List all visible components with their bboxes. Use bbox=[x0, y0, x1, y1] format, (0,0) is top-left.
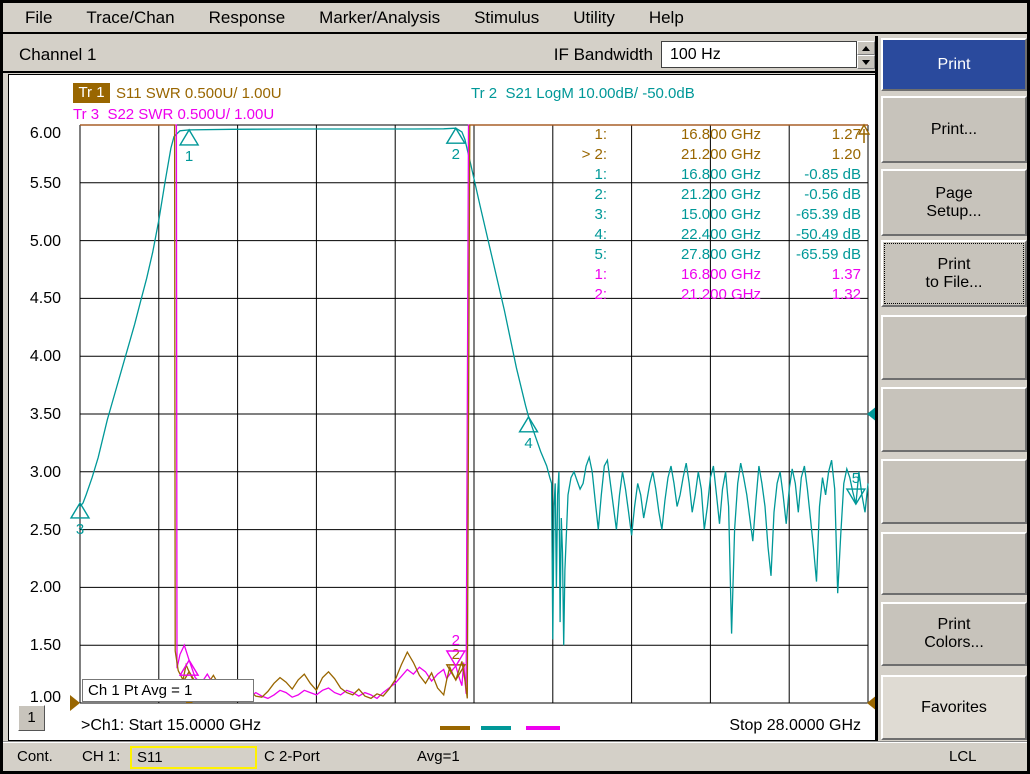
trace2-legend[interactable]: Tr 2 S21 LogM 10.00dB/ -50.0dB bbox=[471, 85, 695, 102]
stop-frequency-label: Stop 28.0000 GHz bbox=[603, 717, 861, 735]
marker-value: -0.56 dB bbox=[804, 186, 861, 203]
softkey-blank-6 bbox=[881, 459, 1027, 524]
if-bandwidth-label: IF Bandwidth bbox=[473, 45, 653, 65]
marker-number: 1: bbox=[594, 166, 607, 183]
start-frequency-label: >Ch1: Start 15.0000 GHz bbox=[81, 717, 261, 735]
softkey-blank-5 bbox=[881, 387, 1027, 452]
spinner-up-icon bbox=[862, 46, 870, 51]
marker-row: 1: 16.800 GHz 1.27 bbox=[563, 126, 863, 146]
y-tick-label: 6.00 bbox=[15, 125, 61, 143]
softkey-page-setup[interactable]: Page Setup... bbox=[881, 169, 1027, 236]
marker-frequency: 21.200 GHz bbox=[681, 286, 761, 303]
menu-item-help[interactable]: Help bbox=[649, 8, 684, 28]
marker-number: 2: bbox=[594, 186, 607, 203]
channel-annotation: Ch 1 Pt Avg = 1 bbox=[82, 679, 254, 702]
marker-value: 1.27 bbox=[832, 126, 861, 143]
marker-frequency: 21.200 GHz bbox=[681, 186, 761, 203]
status-cal: C 2-Port bbox=[264, 748, 320, 765]
marker-number: 2: bbox=[594, 286, 607, 303]
trace3-color-key bbox=[526, 726, 560, 730]
if-bandwidth-spinner-down[interactable] bbox=[857, 55, 875, 69]
marker-2-label: 2 bbox=[452, 632, 460, 649]
marker-value: -50.49 dB bbox=[796, 226, 861, 243]
marker-row: 2: 21.200 GHz 1.32 bbox=[563, 286, 863, 306]
menu-item-file[interactable]: File bbox=[25, 8, 52, 28]
marker-frequency: 22.400 GHz bbox=[681, 226, 761, 243]
marker-value: 1.32 bbox=[832, 286, 861, 303]
y-tick-label: 3.50 bbox=[15, 406, 61, 424]
marker-value: 1.37 bbox=[832, 266, 861, 283]
menu-item-stimulus[interactable]: Stimulus bbox=[474, 8, 539, 28]
marker-2-symbol bbox=[447, 128, 465, 143]
menu-bar: File Trace/Chan Response Marker/Analysis Sti… bbox=[3, 3, 1027, 34]
marker-value: -65.39 dB bbox=[796, 206, 861, 223]
y-tick-label: 5.00 bbox=[15, 233, 61, 251]
marker-number: 1: bbox=[594, 126, 607, 143]
softkey-print[interactable]: Print... bbox=[881, 96, 1027, 163]
reference-level-arrow bbox=[70, 695, 80, 711]
marker-row: 3: 15.000 GHz -65.39 dB bbox=[563, 206, 863, 226]
if-bandwidth-spinner-up[interactable] bbox=[857, 41, 875, 55]
softkey-print-colors[interactable]: Print Colors... bbox=[881, 602, 1027, 666]
marker-number: 5: bbox=[594, 246, 607, 263]
softkey-print[interactable]: Print bbox=[881, 38, 1027, 91]
status-measurement[interactable]: S11 bbox=[130, 746, 257, 769]
softkey-print-to-file[interactable]: Print to File... bbox=[881, 240, 1027, 307]
marker-row: 4: 22.400 GHz -50.49 dB bbox=[563, 226, 863, 246]
marker-frequency: 16.800 GHz bbox=[681, 266, 761, 283]
trace2-color-key bbox=[481, 726, 511, 730]
spinner-down-icon bbox=[862, 60, 870, 65]
marker-frequency: 21.200 GHz bbox=[681, 146, 761, 163]
status-channel: CH 1: bbox=[82, 748, 120, 765]
y-tick-label: 4.00 bbox=[15, 348, 61, 366]
marker-frequency: 16.800 GHz bbox=[681, 166, 761, 183]
marker-row: > 2: 21.200 GHz 1.20 bbox=[563, 146, 863, 166]
y-tick-label: 3.00 bbox=[15, 464, 61, 482]
if-bandwidth-input[interactable]: 100 Hz bbox=[661, 41, 857, 68]
marker-frequency: 15.000 GHz bbox=[681, 206, 761, 223]
marker-1-symbol bbox=[180, 130, 198, 145]
trace3-legend[interactable]: Tr 3 S22 SWR 0.500U/ 1.00U bbox=[73, 106, 274, 123]
marker-row: 1: 16.800 GHz 1.37 bbox=[563, 266, 863, 286]
marker-4-symbol bbox=[520, 417, 538, 432]
status-mode: LCL bbox=[949, 748, 977, 765]
trace1-tag[interactable]: Tr 1 bbox=[73, 83, 110, 103]
status-averaging: Avg=1 bbox=[417, 748, 460, 765]
trace1-color-key bbox=[440, 726, 470, 730]
marker-2-label: 2 bbox=[452, 146, 460, 163]
marker-value: -0.85 dB bbox=[804, 166, 861, 183]
y-tick-label: 5.50 bbox=[15, 175, 61, 193]
marker-5-label: 5 bbox=[852, 470, 860, 487]
marker-number: 3: bbox=[594, 206, 607, 223]
window-badge[interactable]: 1 bbox=[18, 705, 45, 731]
marker-number: 1: bbox=[594, 266, 607, 283]
channel-title: Channel 1 bbox=[19, 45, 97, 65]
y-tick-label: 2.50 bbox=[15, 522, 61, 540]
y-tick-label: 4.50 bbox=[15, 290, 61, 308]
menu-item-utility[interactable]: Utility bbox=[573, 8, 615, 28]
trace1-legend[interactable]: S11 SWR 0.500U/ 1.00U bbox=[116, 85, 282, 102]
marker-row: 2: 21.200 GHz -0.56 dB bbox=[563, 186, 863, 206]
softkey-favorites[interactable]: Favorites bbox=[881, 675, 1027, 740]
marker-frequency: 16.800 GHz bbox=[681, 126, 761, 143]
softkey-blank-4 bbox=[881, 315, 1027, 380]
menu-item-trace-chan[interactable]: Trace/Chan bbox=[86, 8, 174, 28]
marker-frequency: 27.800 GHz bbox=[681, 246, 761, 263]
status-sweep: Cont. bbox=[17, 748, 53, 765]
menu-item-response[interactable]: Response bbox=[209, 8, 286, 28]
marker-1-label: 1 bbox=[185, 148, 193, 165]
marker-4-label: 4 bbox=[524, 435, 532, 452]
marker-row: 1: 16.800 GHz -0.85 dB bbox=[563, 166, 863, 186]
y-tick-label: 2.00 bbox=[15, 579, 61, 597]
analyzer-screen: File Trace/Chan Response Marker/Analysis Sti… bbox=[0, 0, 1030, 774]
softkey-blank-7 bbox=[881, 532, 1027, 595]
y-tick-label: 1.50 bbox=[15, 637, 61, 655]
marker-row: 5: 27.800 GHz -65.59 dB bbox=[563, 246, 863, 266]
marker-value: 1.20 bbox=[832, 146, 861, 163]
marker-number: 4: bbox=[594, 226, 607, 243]
menu-item-marker-analysis[interactable]: Marker/Analysis bbox=[319, 8, 440, 28]
marker-value: -65.59 dB bbox=[796, 246, 861, 263]
marker-number: > 2: bbox=[582, 146, 607, 163]
marker-3-label: 3 bbox=[76, 521, 84, 538]
